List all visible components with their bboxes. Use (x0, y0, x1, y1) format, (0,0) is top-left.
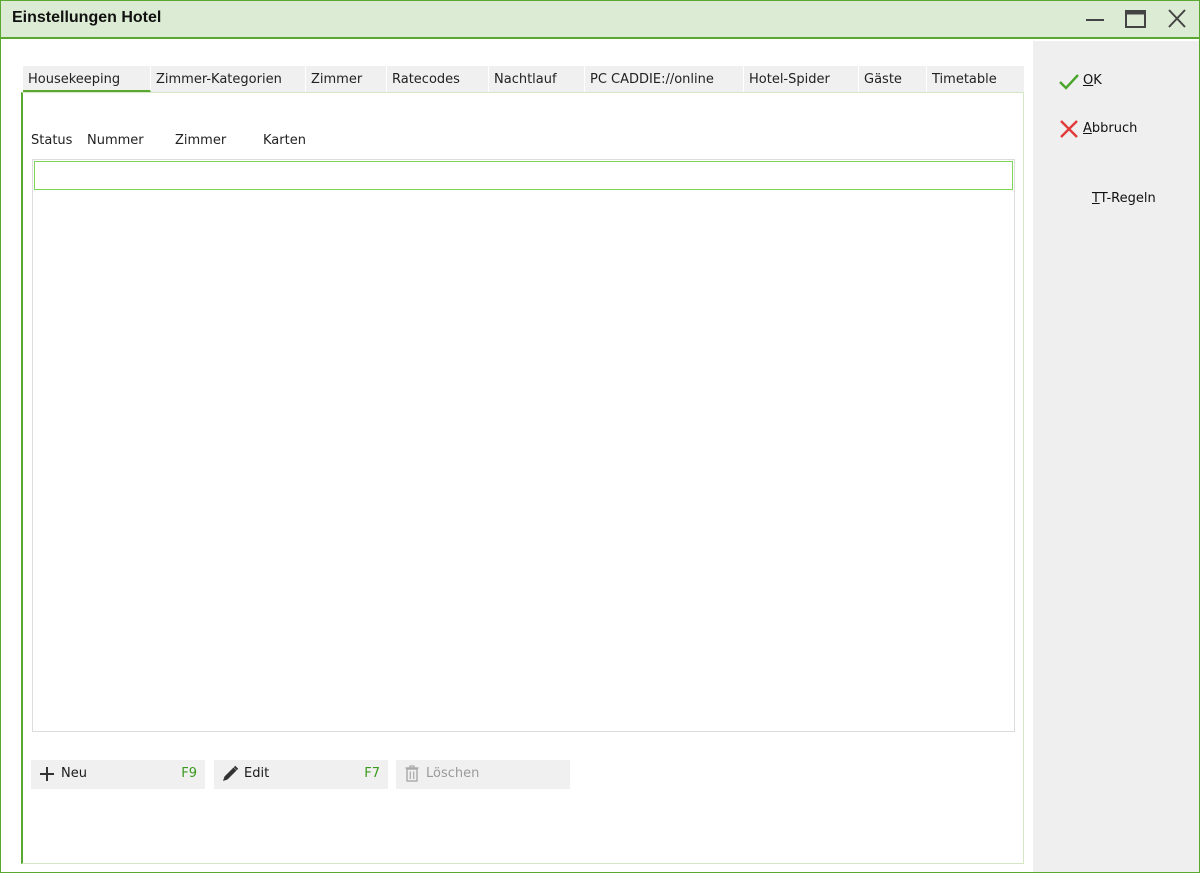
edit-button-shortcut: F7 (364, 766, 380, 781)
new-button-shortcut: F9 (181, 766, 197, 781)
housekeeping-panel: Status Nummer Zimmer Karten Neu F9 Edit … (21, 92, 1024, 864)
settings-window: Einstellungen Hotel Housekeeping Zimmer-… (0, 0, 1200, 873)
tab-label: Zimmer (311, 72, 363, 87)
list-row-selected[interactable] (34, 161, 1013, 190)
tab-label: Hotel-Spider (749, 72, 830, 87)
edit-button[interactable]: Edit F7 (214, 760, 388, 789)
tab-housekeeping[interactable]: Housekeeping (23, 66, 151, 92)
tt-rules-button[interactable]: TT-Regeln (1058, 187, 1178, 211)
close-icon (1168, 9, 1186, 28)
tab-gaeste[interactable]: Gäste (859, 66, 927, 92)
trash-icon (405, 765, 419, 782)
tab-zimmer-kategorien[interactable]: Zimmer-Kategorien (151, 66, 306, 92)
tab-zimmer[interactable]: Zimmer (306, 66, 387, 92)
tab-label: Nachtlauf (494, 72, 557, 87)
tab-label: Gäste (864, 72, 902, 87)
column-header-status[interactable]: Status (31, 133, 72, 148)
action-sidebar: OK Abbruch TT-Regeln (1033, 41, 1199, 872)
tab-label: Timetable (932, 72, 997, 87)
plus-icon (40, 767, 54, 781)
tab-timetable[interactable]: Timetable (927, 66, 1024, 92)
delete-button[interactable]: Löschen (396, 760, 570, 789)
tab-hotel-spider[interactable]: Hotel-Spider (744, 66, 859, 92)
column-header-karten[interactable]: Karten (263, 133, 306, 148)
close-button[interactable] (1164, 7, 1192, 31)
tab-bar: Housekeeping Zimmer-Kategorien Zimmer Ra… (23, 66, 1024, 92)
tab-nachtlauf[interactable]: Nachtlauf (489, 66, 585, 92)
title-bar: Einstellungen Hotel (1, 1, 1199, 39)
cross-icon (1060, 120, 1078, 138)
delete-button-label: Löschen (426, 766, 480, 781)
ok-button-label: OK (1083, 73, 1102, 88)
tab-label: PC CADDIE://online (590, 72, 714, 87)
tab-label: Ratecodes (392, 72, 460, 87)
new-button-label: Neu (61, 766, 87, 781)
minimize-icon (1086, 19, 1104, 21)
maximize-button[interactable] (1122, 7, 1150, 31)
housekeeping-list[interactable] (32, 159, 1015, 732)
main-area: Housekeeping Zimmer-Kategorien Zimmer Ra… (1, 41, 1033, 872)
cancel-button[interactable]: Abbruch (1058, 117, 1178, 141)
window-title: Einstellungen Hotel (12, 9, 162, 26)
checkmark-icon (1059, 74, 1079, 90)
cancel-button-label: Abbruch (1083, 121, 1138, 136)
tab-label: Zimmer-Kategorien (156, 72, 282, 87)
tab-ratecodes[interactable]: Ratecodes (387, 66, 489, 92)
tab-pc-caddie-online[interactable]: PC CADDIE://online (585, 66, 744, 92)
ok-button[interactable]: OK (1058, 69, 1178, 93)
edit-button-label: Edit (244, 766, 270, 781)
new-button[interactable]: Neu F9 (31, 760, 205, 789)
column-header-nummer[interactable]: Nummer (87, 133, 144, 148)
tt-rules-button-label: TT-Regeln (1092, 191, 1156, 206)
maximize-icon (1125, 10, 1146, 28)
column-header-zimmer[interactable]: Zimmer (175, 133, 226, 148)
minimize-button[interactable] (1082, 7, 1110, 31)
tab-label: Housekeeping (28, 72, 121, 87)
pencil-icon (223, 765, 239, 781)
